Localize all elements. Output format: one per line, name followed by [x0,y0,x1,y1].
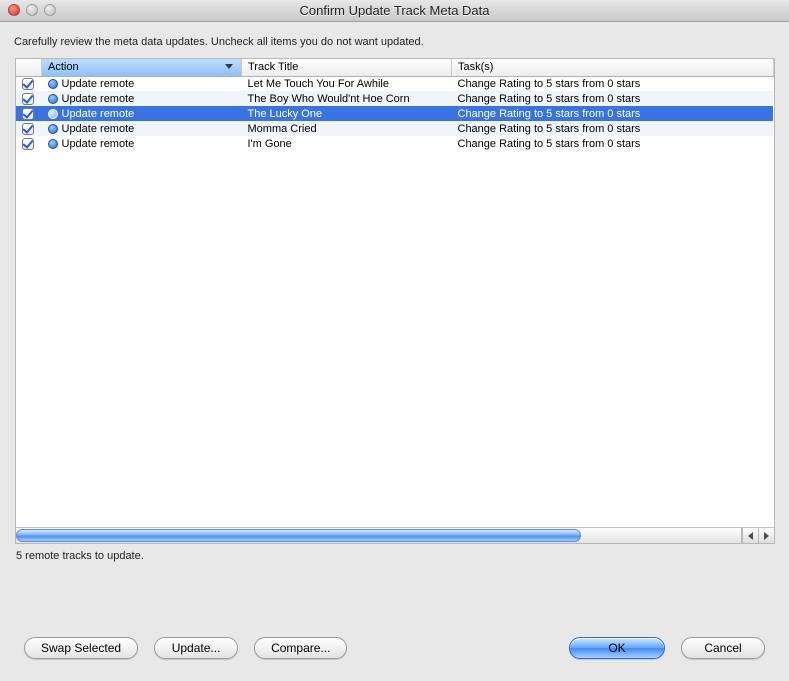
compare-button[interactable]: Compare... [254,637,347,659]
arrow-right-icon [764,532,769,540]
cell-task: Change Rating to 5 stars from 0 stars [452,136,774,151]
table-row[interactable]: Update remote The Lucky OneChange Rating … [16,106,774,121]
table-row[interactable]: Update remote I'm GoneChange Rating to 5 … [16,136,774,151]
cell-action: Update remote [42,136,242,151]
cell-action: Update remote [42,76,242,91]
remote-dot-icon [48,124,58,134]
cell-action: Update remote [42,91,242,106]
row-checkbox[interactable] [22,78,34,90]
cancel-button[interactable]: Cancel [681,637,765,659]
cell-checkbox [16,76,42,91]
cell-title: Momma Cried [242,121,452,136]
row-checkbox[interactable] [22,123,34,135]
arrow-left-icon [748,532,753,540]
remote-dot-icon [48,139,58,149]
scrollbar-thumb[interactable] [16,529,582,542]
col-header-action[interactable]: Action [42,59,242,76]
cell-title: Let Me Touch You For Awhile [242,76,452,91]
cell-checkbox [16,121,42,136]
cell-task: Change Rating to 5 stars from 0 stars [452,106,774,121]
titlebar: Confirm Update Track Meta Data [0,0,789,22]
zoom-button[interactable] [44,4,56,16]
row-checkbox[interactable] [22,138,34,150]
row-checkbox[interactable] [22,108,34,120]
cell-title: The Lucky One [242,106,452,121]
cell-title: I'm Gone [242,136,452,151]
cell-task: Change Rating to 5 stars from 0 stars [452,121,774,136]
instructions-text: Carefully review the meta data updates. … [14,36,775,48]
window-title: Confirm Update Track Meta Data [0,3,789,18]
remote-dot-icon [48,109,58,119]
scroll-left-button[interactable] [742,528,758,543]
minimize-button[interactable] [26,4,38,16]
horizontal-scrollbar[interactable] [16,527,774,543]
action-label: Update remote [62,138,135,150]
table-row[interactable]: Update remote Let Me Touch You For Awhile… [16,76,774,91]
col-header-checkbox[interactable] [16,59,42,76]
col-header-title[interactable]: Track Title [242,59,452,76]
table-row[interactable]: Update remote The Boy Who Would'nt Hoe Co… [16,91,774,106]
action-label: Update remote [62,93,135,105]
swap-selected-button[interactable]: Swap Selected [24,637,138,659]
table-row[interactable]: Update remote Momma CriedChange Rating to… [16,121,774,136]
remote-dot-icon [48,79,58,89]
cell-checkbox [16,106,42,121]
tracks-table-scroll[interactable]: Action Track Title Task(s) Update remote… [16,59,774,527]
tracks-tbody: Update remote Let Me Touch You For Awhile… [16,76,774,151]
col-header-task[interactable]: Task(s) [452,59,774,76]
cell-task: Change Rating to 5 stars from 0 stars [452,76,774,91]
remote-dot-icon [48,94,58,104]
scrollbar-track[interactable] [16,528,742,543]
cell-task: Change Rating to 5 stars from 0 stars [452,91,774,106]
action-label: Update remote [62,123,135,135]
button-row: Swap Selected Update... Compare... OK Ca… [0,637,789,659]
sort-descending-icon [225,64,233,69]
cell-action: Update remote [42,121,242,136]
cell-action: Update remote [42,106,242,121]
cell-title: The Boy Who Would'nt Hoe Corn [242,91,452,106]
update-button[interactable]: Update... [154,637,238,659]
action-label: Update remote [62,78,135,90]
col-header-action-label: Action [48,61,79,73]
ok-button[interactable]: OK [569,637,665,659]
scroll-right-button[interactable] [758,528,774,543]
tracks-table: Action Track Title Task(s) Update remote… [16,59,774,151]
content-area: Carefully review the meta data updates. … [0,22,789,562]
row-checkbox[interactable] [22,93,34,105]
cell-checkbox [16,136,42,151]
tracks-table-container: Action Track Title Task(s) Update remote… [15,58,775,544]
status-text: 5 remote tracks to update. [14,544,775,562]
action-label: Update remote [62,108,135,120]
traffic-lights [8,4,56,16]
close-button[interactable] [8,4,20,16]
cell-checkbox [16,91,42,106]
